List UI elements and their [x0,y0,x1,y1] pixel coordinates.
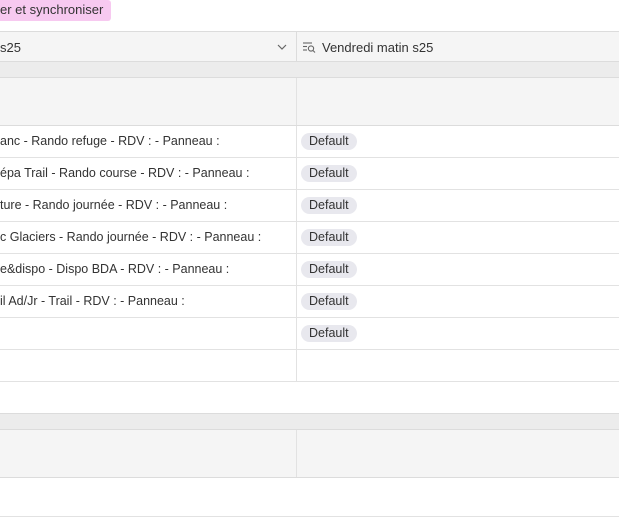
status-badge[interactable]: Default [301,293,357,310]
column-header-s25[interactable]: s25 [0,32,296,61]
table-row[interactable]: ture - Rando journée - RDV : - Panneau :… [0,190,619,222]
column-header-bar: s25 Vendredi matin s25 [0,31,619,62]
table-row[interactable]: il Ad/Jr - Trail - RDV : - Panneau : Def… [0,286,619,318]
column-divider [296,254,297,285]
status-badge[interactable]: Default [301,165,357,182]
table-row[interactable] [0,479,619,517]
sync-tag[interactable]: er et synchroniser [0,0,112,21]
row-title-cell[interactable]: ture - Rando journée - RDV : - Panneau : [0,198,227,212]
lookup-field-icon [303,42,316,53]
status-badge[interactable]: Default [301,325,357,342]
group-bar [0,62,619,78]
chevron-down-icon[interactable] [276,41,288,53]
row-title-cell[interactable]: e&dispo - Dispo BDA - RDV : - Panneau : [0,262,229,276]
table-row[interactable]: anc - Rando refuge - RDV : - Panneau : D… [0,126,619,158]
column-divider [296,126,297,157]
table-row[interactable]: épa Trail - Rando course - RDV : - Panne… [0,158,619,190]
table-row[interactable]: c Glaciers - Rando journée - RDV : - Pan… [0,222,619,254]
group-bar [0,414,619,430]
column-header-vendredi-matin[interactable]: Vendredi matin s25 [302,39,433,55]
column-header-label: s25 [0,40,21,55]
row-title-cell[interactable]: il Ad/Jr - Trail - RDV : - Panneau : [0,294,185,308]
status-badge[interactable]: Default [301,229,357,246]
row-title-cell[interactable]: anc - Rando refuge - RDV : - Panneau : [0,134,220,148]
add-row[interactable] [0,350,619,382]
column-divider [296,430,297,477]
column-divider [296,286,297,317]
column-header-label: Vendredi matin s25 [322,39,434,55]
column-divider [296,158,297,189]
column-divider[interactable] [296,32,297,61]
group-footer [0,382,619,414]
group-header[interactable] [0,78,619,126]
status-badge[interactable]: Default [301,133,357,150]
row-title-cell[interactable]: épa Trail - Rando course - RDV : - Panne… [0,166,249,180]
table-row[interactable]: Default [0,318,619,350]
column-divider [296,78,297,125]
group-header[interactable] [0,430,619,478]
column-divider [296,222,297,253]
column-divider [296,318,297,349]
status-badge[interactable]: Default [301,261,357,278]
table-row[interactable]: e&dispo - Dispo BDA - RDV : - Panneau : … [0,254,619,286]
column-divider [296,350,297,381]
status-badge[interactable]: Default [301,197,357,214]
row-title-cell[interactable]: c Glaciers - Rando journée - RDV : - Pan… [0,230,261,244]
column-divider [296,190,297,221]
